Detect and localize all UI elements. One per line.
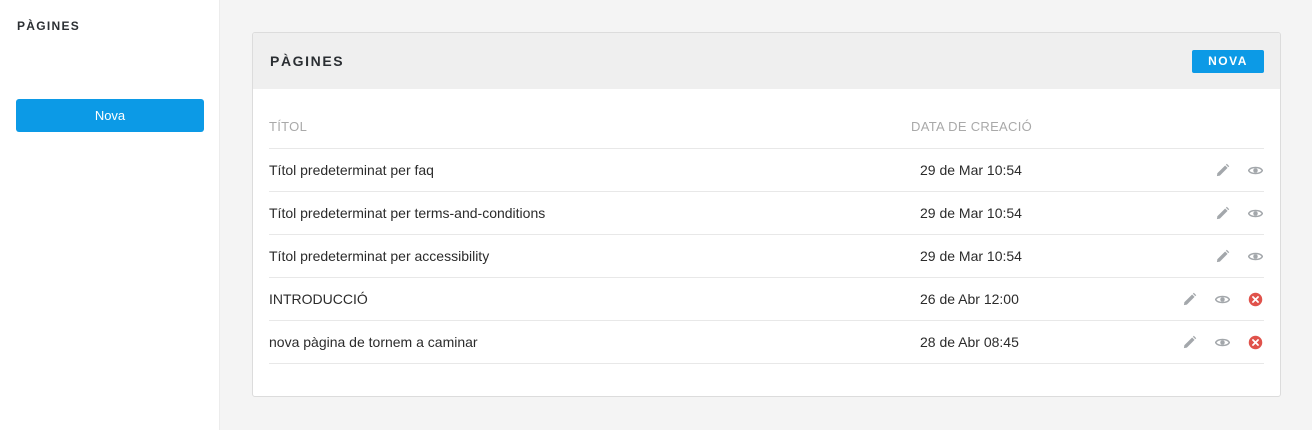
delete-button[interactable] [1247,291,1264,308]
creation-date-cell: 29 de Mar 10:54 [920,162,1022,178]
table-row: INTRODUCCIÓ 26 de Abr 12:00 [269,278,1264,321]
panel-new-button[interactable]: NOVA [1192,50,1264,73]
row-actions [1214,161,1264,179]
sidebar: PÀGINES Nova [0,0,220,430]
table-row: Títol predeterminat per terms-and-condit… [269,192,1264,235]
edit-button[interactable] [1214,205,1231,222]
eye-icon [1215,337,1230,348]
edit-button[interactable] [1181,291,1198,308]
sidebar-title: PÀGINES [17,19,81,33]
view-button[interactable] [1247,162,1264,179]
eye-icon [1248,165,1263,176]
pages-table: TÍTOL DATA DE CREACIÓ Títol predetermina… [269,103,1264,364]
creation-date-cell: 29 de Mar 10:54 [920,205,1022,221]
pencil-icon [1182,335,1197,350]
delete-icon [1248,335,1263,350]
panel-header: PÀGINES NOVA [253,33,1280,89]
eye-icon [1215,294,1230,305]
eye-icon [1248,208,1263,219]
edit-button[interactable] [1214,248,1231,265]
column-header-date: DATA DE CREACIÓ [911,119,1033,134]
creation-date-cell: 28 de Abr 08:45 [920,334,1019,350]
table-row: nova pàgina de tornem a caminar 28 de Abr… [269,321,1264,364]
pages-panel: PÀGINES NOVA TÍTOL DATA DE CREACIÓ Títol… [252,32,1281,397]
pencil-icon [1215,163,1230,178]
creation-date-cell: 26 de Abr 12:00 [920,291,1019,307]
page-title-cell: nova pàgina de tornem a caminar [269,334,478,350]
view-button[interactable] [1214,291,1231,308]
pencil-icon [1215,249,1230,264]
page-title-cell: Títol predeterminat per accessibility [269,248,490,264]
row-actions [1181,333,1264,351]
creation-date-cell: 29 de Mar 10:54 [920,248,1022,264]
table-body: Títol predeterminat per faq 29 de Mar 10:… [269,149,1264,364]
view-button[interactable] [1247,205,1264,222]
view-button[interactable] [1247,248,1264,265]
page-title-cell: Títol predeterminat per faq [269,162,434,178]
table-row: Títol predeterminat per faq 29 de Mar 10:… [269,149,1264,192]
row-actions [1181,290,1264,308]
pencil-icon [1182,292,1197,307]
row-actions [1214,204,1264,222]
page-title-cell: INTRODUCCIÓ [269,291,368,307]
edit-button[interactable] [1181,334,1198,351]
sidebar-new-button[interactable]: Nova [16,99,204,132]
column-header-title: TÍTOL [269,119,308,134]
row-actions [1214,247,1264,265]
delete-button[interactable] [1247,334,1264,351]
pencil-icon [1215,206,1230,221]
panel-title: PÀGINES [270,53,345,69]
delete-icon [1248,292,1263,307]
page-title-cell: Títol predeterminat per terms-and-condit… [269,205,546,221]
table-header: TÍTOL DATA DE CREACIÓ [269,103,1264,149]
table-row: Títol predeterminat per accessibility 29 … [269,235,1264,278]
edit-button[interactable] [1214,162,1231,179]
view-button[interactable] [1214,334,1231,351]
eye-icon [1248,251,1263,262]
